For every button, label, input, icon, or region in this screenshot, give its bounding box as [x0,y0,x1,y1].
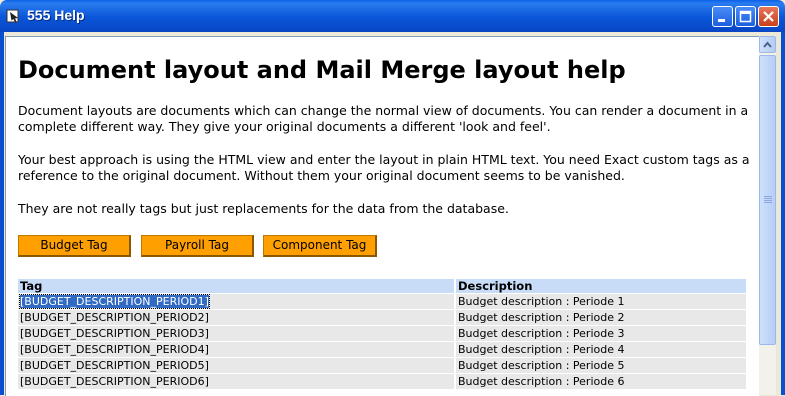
description-cell: Budget description : Periode 4 [456,342,746,357]
selected-tag-text[interactable]: [BUDGET_DESCRIPTION_PERIOD1] [19,294,210,309]
thumb-grip-line [764,196,772,197]
maximize-button[interactable] [735,6,756,27]
table-row[interactable]: [BUDGET_DESCRIPTION_PERIOD6] Budget desc… [18,374,746,389]
column-header-description: Description [456,279,746,293]
scroll-up-button[interactable] [759,36,776,53]
thumb-grip-line [764,198,772,199]
scroll-up-arrow-icon [763,41,772,48]
maximize-icon [739,10,752,23]
table-row[interactable]: [BUDGET_DESCRIPTION_PERIOD1] Budget desc… [18,294,746,309]
minimize-icon [718,19,725,22]
thumb-grip-line [764,200,772,201]
component-tag-button[interactable]: Component Tag [263,235,377,257]
payroll-tag-button[interactable]: Payroll Tag [141,235,254,257]
budget-tag-button[interactable]: Budget Tag [18,235,131,257]
description-cell: Budget description : Periode 2 [456,310,746,325]
table-row[interactable]: [BUDGET_DESCRIPTION_PERIOD2] Budget desc… [18,310,746,325]
description-cell: Budget description : Periode 1 [456,294,746,309]
table-row[interactable]: [BUDGET_DESCRIPTION_PERIOD3] Budget desc… [18,326,746,341]
table-row[interactable]: [BUDGET_DESCRIPTION_PERIOD5] Budget desc… [18,358,746,373]
window-title: 555 Help [27,7,85,23]
thumb-grip-line [764,202,772,203]
tag-table: Tag Description [BUDGET_DESCRIPTION_PERI… [18,278,746,390]
description-cell: Budget description : Periode 6 [456,374,746,389]
table-row[interactable]: [BUDGET_DESCRIPTION_PERIOD4] Budget desc… [18,342,746,357]
window-frame-left [0,32,4,395]
tag-cell[interactable]: [BUDGET_DESCRIPTION_PERIOD5] [18,358,456,373]
window-frame-right [781,32,785,395]
tag-cell[interactable]: [BUDGET_DESCRIPTION_PERIOD4] [18,342,456,357]
tag-cell[interactable]: [BUDGET_DESCRIPTION_PERIOD1] [18,294,456,309]
page-title: Document layout and Mail Merge layout he… [18,56,626,84]
description-cell: Budget description : Periode 3 [456,326,746,341]
scrollbar-thumb[interactable] [759,55,776,345]
tag-cell[interactable]: [BUDGET_DESCRIPTION_PERIOD6] [18,374,456,389]
table-header-row: Tag Description [18,279,746,293]
title-bar[interactable]: 555 Help [0,0,785,32]
help-content: Document layout and Mail Merge layout he… [5,36,759,396]
minimize-button[interactable] [712,6,733,27]
vertical-scrollbar[interactable] [759,36,776,395]
close-icon [763,11,774,22]
column-header-tag: Tag [18,279,456,293]
intro-paragraph: Document layouts are documents which can… [18,103,749,134]
approach-paragraph: Your best approach is using the HTML vie… [18,152,750,183]
close-button[interactable] [758,6,779,27]
description-cell: Budget description : Periode 5 [456,358,746,373]
note-paragraph: They are not really tags but just replac… [18,201,509,216]
tag-cell[interactable]: [BUDGET_DESCRIPTION_PERIOD3] [18,326,456,341]
tag-cell[interactable]: [BUDGET_DESCRIPTION_PERIOD2] [18,310,456,325]
app-icon[interactable] [6,8,22,24]
